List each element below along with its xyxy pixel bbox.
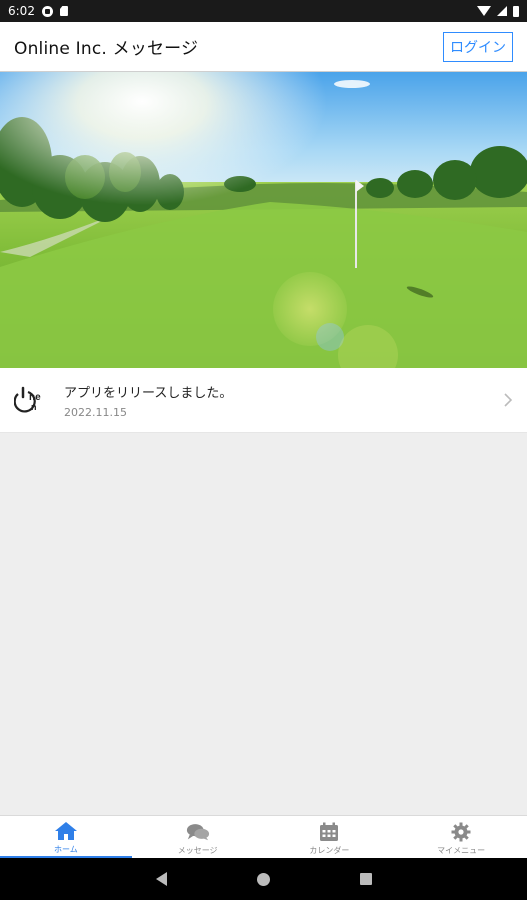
sd-card-icon [59,6,68,16]
page-title: Online Inc. メッセージ [14,39,199,59]
chevron-right-icon [504,393,513,407]
wifi-icon [477,6,491,16]
tab-calendar[interactable]: カレンダー [264,816,396,858]
list-item-date: 2022.11.15 [64,405,127,419]
system-home-icon[interactable] [256,872,270,886]
login-button[interactable]: ログイン [443,31,513,62]
battery-icon [513,5,519,17]
tab-home-label: ホーム [53,844,78,854]
tab-message[interactable]: メッセージ [132,816,264,858]
tab-message-label: メッセージ [177,845,218,855]
notification-icon [41,5,53,17]
bottom-nav: ホーム メッセージ カレンダー マイメニュー [0,815,527,858]
golf-course-photo [0,72,527,368]
list-item[interactable]: ne n アプリをリリースしました。 2022.11.15 [0,368,527,433]
online-logo-icon: ne n [13,382,50,418]
calendar-icon [317,821,341,843]
svg-text:n: n [31,402,37,412]
status-bar: 6:02 [0,0,527,22]
chat-icon [186,821,210,843]
tab-mymenu[interactable]: マイメニュー [395,816,527,858]
tab-home[interactable]: ホーム [0,816,132,858]
list-item-title: アプリをリリースしました。 [64,385,233,401]
signal-icon [497,6,507,16]
tab-mymenu-label: マイメニュー [437,845,486,855]
gear-icon [449,821,473,843]
back-icon[interactable] [155,872,167,886]
home-icon [54,820,78,842]
tab-calendar-label: カレンダー [309,845,350,855]
recents-icon[interactable] [359,873,372,885]
status-time: 6:02 [8,4,35,18]
system-nav-bar [0,858,527,900]
hero-image [0,72,527,368]
app-header: Online Inc. メッセージ ログイン [0,22,527,72]
